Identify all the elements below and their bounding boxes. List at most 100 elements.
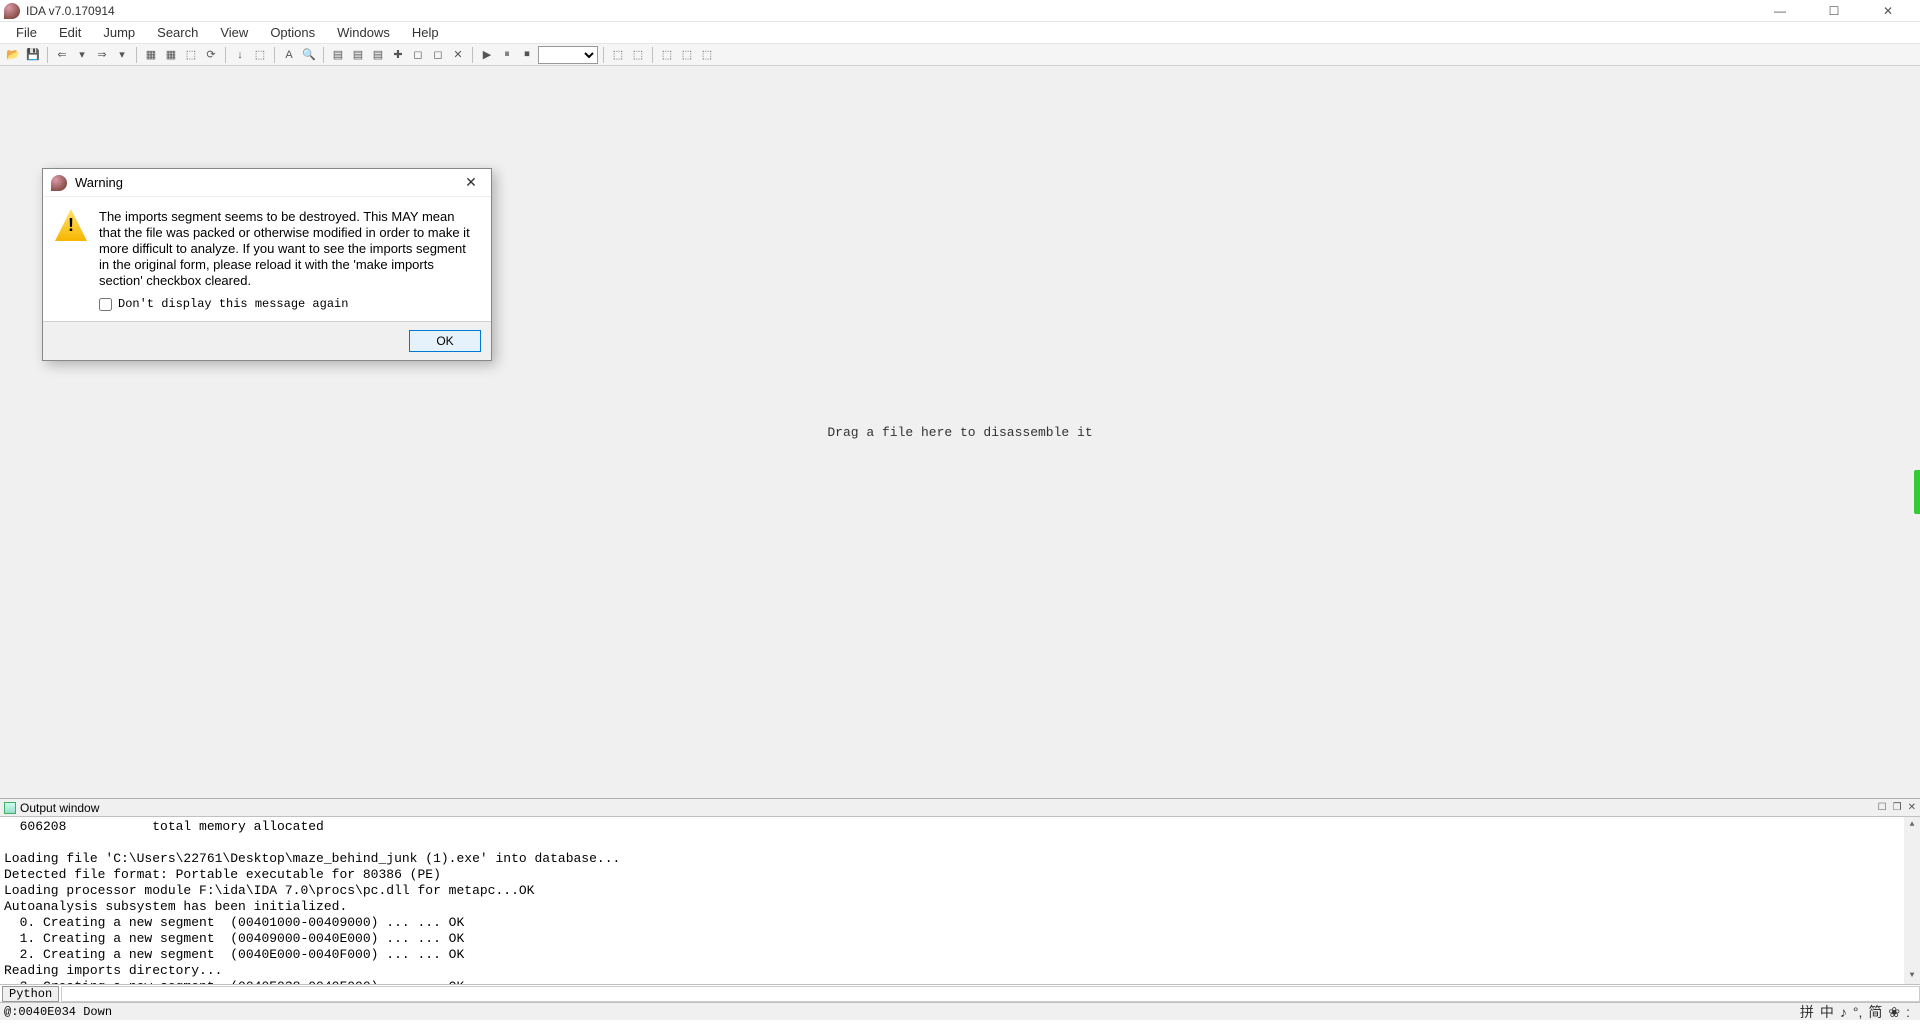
output-body[interactable]: 606208 total memory allocated Loading fi… <box>0 817 1920 984</box>
menu-windows[interactable]: Windows <box>327 23 400 42</box>
menu-file[interactable]: File <box>6 23 47 42</box>
statusbar: @:0040E034 Down <box>0 1002 1920 1020</box>
panel-close-icon[interactable]: ✕ <box>1908 802 1916 813</box>
tool-icon[interactable]: ◻ <box>429 46 447 64</box>
separator <box>323 47 324 63</box>
dont-show-checkbox[interactable] <box>99 298 112 311</box>
panel-controls: ☐ ❐ ✕ <box>1878 802 1916 813</box>
back-icon[interactable]: ⇐ <box>53 46 71 64</box>
debugger-select[interactable] <box>538 46 598 64</box>
tool-icon[interactable]: ◻ <box>409 46 427 64</box>
dialog-body: The imports segment seems to be destroye… <box>43 197 491 297</box>
output-line: Loading processor module F:\ida\IDA 7.0\… <box>4 883 535 898</box>
refresh-icon[interactable]: ⟳ <box>202 46 220 64</box>
output-line: Reading imports directory... <box>4 963 222 978</box>
save-icon[interactable]: 💾 <box>24 46 42 64</box>
menu-search[interactable]: Search <box>147 23 208 42</box>
search-icon[interactable]: 🔍 <box>300 46 318 64</box>
scrollbar[interactable]: ▲ ▼ <box>1904 817 1920 984</box>
tool-icon[interactable]: ⬚ <box>678 46 696 64</box>
dialog-titlebar[interactable]: Warning ✕ <box>43 169 491 197</box>
menu-help[interactable]: Help <box>402 23 449 42</box>
output-line: 0. Creating a new segment (00401000-0040… <box>4 915 464 930</box>
forward-icon[interactable]: ⇒ <box>93 46 111 64</box>
ime-item[interactable]: 简 <box>1868 1002 1882 1022</box>
output-line: 2. Creating a new segment (0040E000-0040… <box>4 947 464 962</box>
dialog-app-icon <box>51 175 67 191</box>
output-line: 606208 total memory allocated <box>4 819 324 834</box>
warning-icon <box>55 209 87 241</box>
chart-icon[interactable]: ▤ <box>329 46 347 64</box>
menubar: File Edit Jump Search View Options Windo… <box>0 22 1920 44</box>
menu-jump[interactable]: Jump <box>93 23 145 42</box>
separator <box>472 47 473 63</box>
dialog-close-icon[interactable]: ✕ <box>459 174 483 191</box>
drop-hint: Drag a file here to disassemble it <box>827 425 1092 440</box>
menu-edit[interactable]: Edit <box>49 23 91 42</box>
python-label[interactable]: Python <box>2 986 59 1002</box>
python-console: Python <box>0 984 1920 1002</box>
separator <box>136 47 137 63</box>
play-icon[interactable]: ▶ <box>478 46 496 64</box>
separator <box>47 47 48 63</box>
output-line: Autoanalysis subsystem has been initiali… <box>4 899 347 914</box>
pause-icon[interactable]: ⏸ <box>498 46 516 64</box>
dropdown-icon[interactable]: ▾ <box>113 46 131 64</box>
ime-item[interactable]: 拼 <box>1800 1002 1814 1022</box>
separator <box>274 47 275 63</box>
open-icon[interactable]: 📂 <box>4 46 22 64</box>
tool-icon[interactable]: ▦ <box>162 46 180 64</box>
separator <box>603 47 604 63</box>
app-title: IDA v7.0.170914 <box>26 4 115 18</box>
ime-item[interactable]: ❀ <box>1888 1004 1900 1021</box>
ime-item[interactable]: : <box>1906 1004 1910 1020</box>
warning-dialog: Warning ✕ The imports segment seems to b… <box>42 168 492 361</box>
tool-icon[interactable]: ⬚ <box>251 46 269 64</box>
panel-maximize-icon[interactable]: ☐ <box>1878 802 1887 813</box>
dialog-checkbox-row: Don't display this message again <box>43 297 491 321</box>
maximize-button[interactable]: ☐ <box>1816 4 1852 18</box>
status-text: @:0040E034 Down <box>4 1005 112 1019</box>
window-controls: — ☐ ✕ <box>1762 4 1916 18</box>
ime-item[interactable]: °, <box>1853 1004 1863 1020</box>
close-button[interactable]: ✕ <box>1870 4 1906 18</box>
ime-item[interactable]: 中 <box>1820 1002 1834 1022</box>
app-icon <box>4 3 20 19</box>
tool-icon[interactable]: ⬚ <box>609 46 627 64</box>
dialog-buttons: OK <box>43 321 491 360</box>
tool-icon[interactable]: ⬚ <box>698 46 716 64</box>
stop-icon[interactable]: ⏹ <box>518 46 536 64</box>
ime-item[interactable]: ♪ <box>1840 1004 1847 1020</box>
tool-icon[interactable]: ⬚ <box>182 46 200 64</box>
ime-bar: 拼 中 ♪ °, 简 ❀ : <box>1800 1002 1910 1022</box>
panel-restore-icon[interactable]: ❐ <box>1893 802 1902 813</box>
down-icon[interactable]: ↓ <box>231 46 249 64</box>
separator <box>225 47 226 63</box>
titlebar: IDA v7.0.170914 — ☐ ✕ <box>0 0 1920 22</box>
menu-options[interactable]: Options <box>260 23 325 42</box>
tool-icon[interactable]: ⬚ <box>629 46 647 64</box>
tool-icon[interactable]: ⬚ <box>658 46 676 64</box>
minimize-button[interactable]: — <box>1762 4 1798 18</box>
output-panel: Output window ☐ ❐ ✕ 606208 total memory … <box>0 798 1920 984</box>
checkbox-label: Don't display this message again <box>118 297 348 311</box>
chart-icon[interactable]: ▤ <box>369 46 387 64</box>
side-marker <box>1914 470 1920 514</box>
toolbar: 📂 💾 ⇐ ▾ ⇒ ▾ ▦ ▦ ⬚ ⟳ ↓ ⬚ A 🔍 ▤ ▤ ▤ ✚ ◻ ◻ … <box>0 44 1920 66</box>
output-header[interactable]: Output window ☐ ❐ ✕ <box>0 799 1920 817</box>
dropdown-icon[interactable]: ▾ <box>73 46 91 64</box>
dialog-title: Warning <box>75 175 123 190</box>
text-icon[interactable]: A <box>280 46 298 64</box>
output-line: 1. Creating a new segment (00409000-0040… <box>4 931 464 946</box>
scroll-down-icon[interactable]: ▼ <box>1904 968 1920 984</box>
output-title: Output window <box>20 801 99 815</box>
python-input[interactable] <box>61 986 1920 1002</box>
plus-icon[interactable]: ✚ <box>389 46 407 64</box>
chart-icon[interactable]: ▤ <box>349 46 367 64</box>
output-icon <box>4 802 16 814</box>
cancel-icon[interactable]: ✕ <box>449 46 467 64</box>
menu-view[interactable]: View <box>210 23 258 42</box>
tool-icon[interactable]: ▦ <box>142 46 160 64</box>
ok-button[interactable]: OK <box>409 330 481 352</box>
scroll-up-icon[interactable]: ▲ <box>1904 817 1920 833</box>
